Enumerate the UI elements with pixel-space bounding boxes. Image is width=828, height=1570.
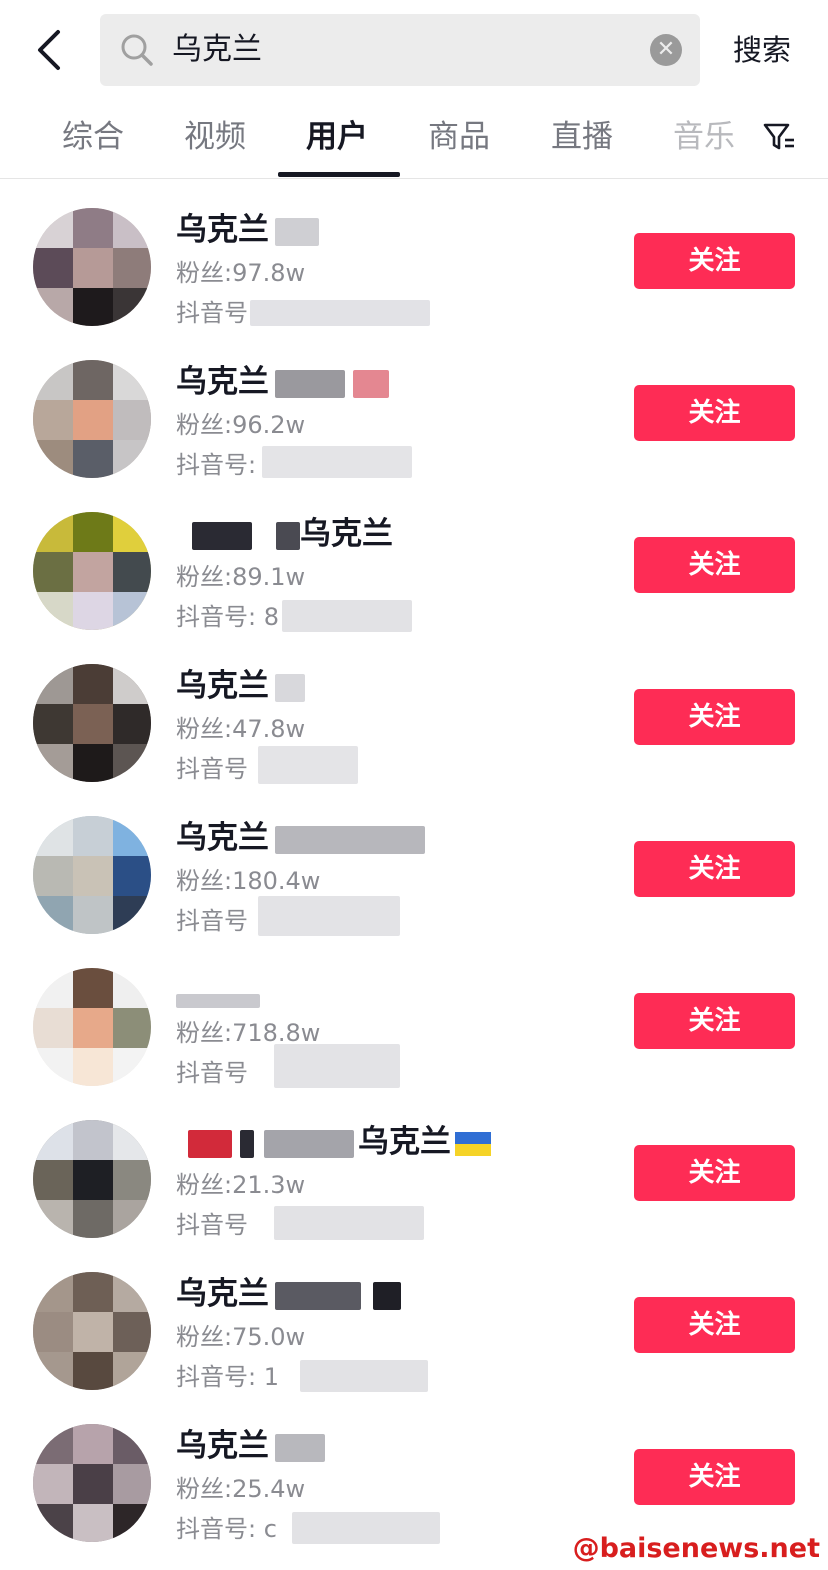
redacted-id bbox=[258, 896, 400, 936]
douyin-id: 抖音号: 8 bbox=[176, 603, 279, 631]
user-row[interactable]: 乌克兰 粉丝:89.1w 抖音号: 8 关注 bbox=[0, 484, 828, 636]
fans-count: 粉丝:47.8w bbox=[176, 715, 306, 743]
user-row[interactable]: 乌克兰 粉丝:25.4w 抖音号: c 关注 bbox=[0, 1396, 828, 1548]
search-icon bbox=[121, 34, 153, 66]
redacted-id bbox=[262, 446, 412, 478]
avatar[interactable] bbox=[33, 968, 151, 1086]
user-name[interactable]: 乌克兰 bbox=[176, 664, 305, 708]
fans-count: 粉丝:75.0w bbox=[176, 1323, 306, 1351]
user-row[interactable]: 乌克兰 粉丝:97.8w 抖音号: 2 关注 bbox=[0, 180, 828, 332]
fans-count: 粉丝:89.1w bbox=[176, 563, 306, 591]
watermark: @baisenews.net bbox=[572, 1533, 820, 1564]
user-name[interactable]: 乌克兰 bbox=[176, 360, 389, 404]
user-row[interactable]: 乌克兰 粉丝:47.8w 抖音号 关注 bbox=[0, 636, 828, 788]
follow-button[interactable]: 关注 bbox=[634, 233, 795, 289]
avatar[interactable] bbox=[33, 1424, 151, 1542]
tab-users[interactable]: 用户 bbox=[306, 116, 368, 158]
douyin-id: 抖音号 bbox=[176, 755, 248, 783]
user-name[interactable]: 乌克兰 bbox=[176, 1424, 325, 1468]
tab-bar: 综合 视频 用户 商品 直播 音乐 bbox=[0, 100, 828, 179]
redacted-id bbox=[274, 1044, 400, 1088]
user-name[interactable]: 乌克兰 bbox=[176, 512, 393, 556]
user-name[interactable]: 乌克兰 bbox=[176, 208, 319, 252]
clear-icon[interactable]: ✕ bbox=[650, 34, 682, 66]
follow-button[interactable]: 关注 bbox=[634, 1145, 795, 1201]
avatar[interactable] bbox=[33, 816, 151, 934]
tab-products[interactable]: 商品 bbox=[428, 116, 490, 158]
search-query-text[interactable]: 乌克兰 bbox=[172, 30, 262, 70]
follow-button[interactable]: 关注 bbox=[634, 537, 795, 593]
follow-button[interactable]: 关注 bbox=[634, 1297, 795, 1353]
follow-button[interactable]: 关注 bbox=[634, 689, 795, 745]
douyin-id: 抖音号: bbox=[176, 451, 257, 479]
tab-general[interactable]: 综合 bbox=[62, 116, 124, 158]
user-row[interactable]: 乌克兰 粉丝:75.0w 抖音号: 1 关注 bbox=[0, 1244, 828, 1396]
follow-button[interactable]: 关注 bbox=[634, 1449, 795, 1505]
filter-icon[interactable] bbox=[762, 120, 796, 154]
douyin-id: 抖音号: c bbox=[176, 1515, 277, 1543]
fans-count: 粉丝:21.3w bbox=[176, 1171, 306, 1199]
ukraine-flag-icon bbox=[455, 1131, 491, 1156]
fans-count: 粉丝:25.4w bbox=[176, 1475, 306, 1503]
redacted-id bbox=[258, 746, 358, 784]
redacted-id bbox=[274, 1206, 424, 1240]
redacted-id bbox=[300, 1360, 428, 1392]
user-row[interactable]: 粉丝:718.8w 抖音号 关注 bbox=[0, 940, 828, 1092]
tab-videos[interactable]: 视频 bbox=[184, 116, 246, 158]
search-button[interactable]: 搜索 bbox=[733, 30, 791, 70]
redacted-id bbox=[250, 300, 430, 326]
user-row[interactable]: 乌克兰 粉丝:96.2w 抖音号: 关注 bbox=[0, 332, 828, 484]
tab-live[interactable]: 直播 bbox=[551, 116, 613, 158]
user-name[interactable] bbox=[176, 968, 260, 1012]
user-row[interactable]: 乌克兰 粉丝:180.4w 抖音号 关注 bbox=[0, 788, 828, 940]
fans-count: 粉丝:97.8w bbox=[176, 259, 306, 287]
avatar[interactable] bbox=[33, 1120, 151, 1238]
tab-music[interactable]: 音乐 bbox=[673, 116, 735, 158]
user-name[interactable]: 乌克兰 bbox=[176, 1120, 491, 1164]
fans-count: 粉丝:96.2w bbox=[176, 411, 306, 439]
douyin-id: 抖音号 bbox=[176, 907, 248, 935]
active-tab-indicator bbox=[278, 172, 400, 177]
follow-button[interactable]: 关注 bbox=[634, 841, 795, 897]
douyin-id: 抖音号 bbox=[176, 1059, 248, 1087]
avatar[interactable] bbox=[33, 1272, 151, 1390]
douyin-id: 抖音号: 1 bbox=[176, 1363, 279, 1391]
avatar[interactable] bbox=[33, 360, 151, 478]
avatar[interactable] bbox=[33, 512, 151, 630]
user-name[interactable]: 乌克兰 bbox=[176, 1272, 401, 1316]
search-input[interactable]: 乌克兰 ✕ bbox=[100, 14, 700, 86]
redacted-id bbox=[292, 1512, 440, 1544]
back-arrow-icon[interactable] bbox=[30, 26, 70, 74]
douyin-id: 抖音号 bbox=[176, 1211, 248, 1239]
user-name[interactable]: 乌克兰 bbox=[176, 816, 425, 860]
search-header: 乌克兰 ✕ 搜索 bbox=[0, 0, 828, 100]
avatar[interactable] bbox=[33, 208, 151, 326]
fans-count: 粉丝:180.4w bbox=[176, 867, 321, 895]
follow-button[interactable]: 关注 bbox=[634, 993, 795, 1049]
user-row[interactable]: 乌克兰 粉丝:21.3w 抖音号 关注 bbox=[0, 1092, 828, 1244]
avatar[interactable] bbox=[33, 664, 151, 782]
redacted-id bbox=[282, 600, 412, 632]
follow-button[interactable]: 关注 bbox=[634, 385, 795, 441]
